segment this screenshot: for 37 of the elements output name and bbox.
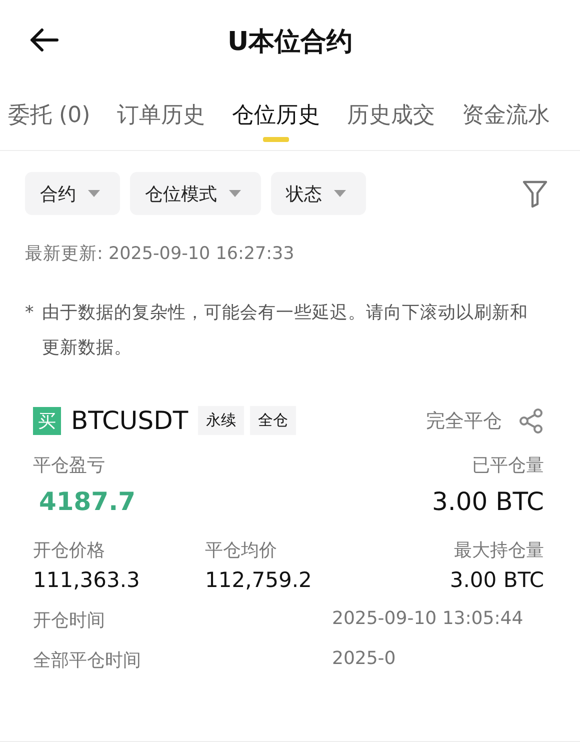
status-text: 完全平仓 <box>426 408 502 434</box>
label: 已平仓量 <box>471 454 544 477</box>
time-value: 2025-0 <box>332 648 397 671</box>
tab[interactable]: 订单历史 <box>117 82 206 142</box>
label: 全部平仓时间 <box>33 649 141 672</box>
value: 3.00 BTC <box>432 487 544 516</box>
value: 3.00 BTC <box>448 568 544 592</box>
back-icon[interactable] <box>29 28 59 52</box>
value: 111,363.3 <box>33 568 141 592</box>
asterisk: * <box>25 302 34 325</box>
symbol: BTCUSDT <box>71 406 188 435</box>
label: 平仓均价 <box>205 539 278 562</box>
tag: 永续 <box>198 406 244 435</box>
tab[interactable]: 委托 (0) <box>8 82 90 142</box>
label: 最大持仓量 <box>453 539 544 562</box>
page-title: U本位合约 <box>227 26 353 58</box>
caret-icon <box>229 190 241 198</box>
label: 开仓时间 <box>33 609 105 632</box>
label: 平仓盈亏 <box>33 454 106 477</box>
tab[interactable]: 历史成交 <box>347 82 436 142</box>
tag: 全仓 <box>250 406 296 435</box>
filter-dropdown[interactable]: 合约 <box>25 172 120 215</box>
time-value: 2025-09-10 13:05:44 <box>332 608 524 631</box>
label: 开仓价格 <box>33 539 106 562</box>
buy-badge: 买 <box>33 406 61 434</box>
value: 112,759.2 <box>205 568 313 592</box>
tab[interactable]: 资金流水 <box>462 82 550 142</box>
caret-icon <box>334 190 346 198</box>
notice-text: 由于数据的复杂性，可能会有一些延迟。请向下滚动以刷新和更新数据。 <box>42 302 529 360</box>
share-icon[interactable] <box>518 408 544 434</box>
caret-icon <box>88 190 100 198</box>
pnl-value: 4187.7 <box>38 487 136 516</box>
filter-dropdown[interactable]: 仓位模式 <box>130 172 261 215</box>
last-updated-text: 最新更新: 2025-09-10 16:27:33 <box>25 243 296 265</box>
filter-icon[interactable] <box>522 180 548 208</box>
tab[interactable]: 仓位历史 <box>232 82 320 142</box>
filter-dropdown[interactable]: 状态 <box>271 172 366 215</box>
